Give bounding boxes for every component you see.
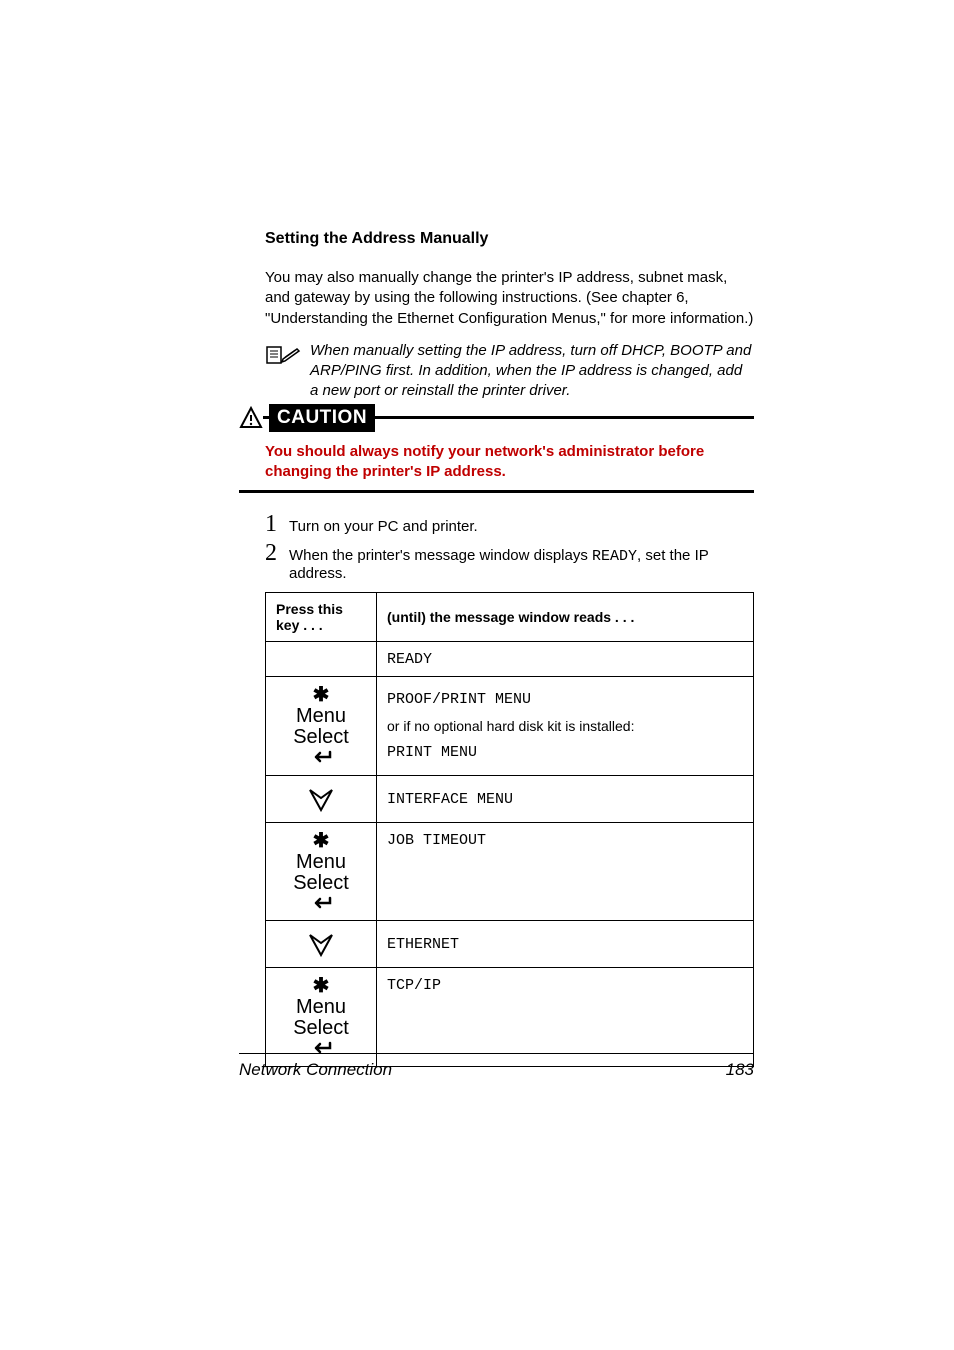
- key-menu-label: Menu: [296, 852, 346, 873]
- intro-paragraph: You may also manually change the printer…: [265, 268, 754, 329]
- star-icon: ✱: [313, 831, 330, 852]
- table-row: READY: [266, 642, 754, 677]
- step-text-part: When the printer's message window displa…: [289, 547, 592, 564]
- caution-header: CAUTION: [239, 416, 754, 432]
- note-text: When manually setting the IP address, tu…: [310, 341, 754, 402]
- step-text: When the printer's message window displa…: [289, 547, 754, 582]
- table-row: ETHERNET: [266, 921, 754, 968]
- message-note: or if no optional hard disk kit is insta…: [387, 718, 743, 734]
- section-heading: Setting the Address Manually: [265, 230, 754, 248]
- message-value: JOB TIMEOUT: [387, 832, 486, 849]
- caution-label: CAUTION: [269, 404, 375, 432]
- table-header-message: (until) the message window reads . . .: [377, 593, 754, 642]
- key-select-label: Select: [293, 873, 349, 894]
- menu-select-key-icon: ✱ Menu Select: [276, 976, 366, 1058]
- message-value: READY: [387, 651, 432, 668]
- warning-triangle-icon: [239, 406, 263, 430]
- step-1: 1 Turn on your PC and printer.: [265, 511, 754, 538]
- message-value: PROOF/PRINT MENU: [387, 691, 743, 708]
- key-select-label: Select: [293, 727, 349, 748]
- step-number: 2: [265, 540, 289, 567]
- step-text: Turn on your PC and printer.: [289, 518, 478, 535]
- note-block: When manually setting the IP address, tu…: [265, 341, 754, 402]
- table-row: ✱ Menu Select JOB TIMEOUT: [266, 822, 754, 921]
- table-row: ✱ Menu Select TCP/IP: [266, 968, 754, 1067]
- footer-title: Network Connection: [239, 1060, 392, 1080]
- message-value: TCP/IP: [387, 977, 441, 994]
- key-menu-label: Menu: [296, 706, 346, 727]
- key-sequence-table: Press this key . . . (until) the message…: [265, 592, 754, 1067]
- menu-select-key-icon: ✱ Menu Select: [276, 685, 366, 767]
- message-value: ETHERNET: [387, 936, 459, 953]
- down-arrow-key-icon: [276, 784, 366, 814]
- page-number: 183: [726, 1060, 754, 1080]
- step-2: 2 When the printer's message window disp…: [265, 540, 754, 582]
- divider: [239, 490, 754, 493]
- message-value: PRINT MENU: [387, 744, 743, 761]
- message-value: INTERFACE MENU: [387, 791, 513, 808]
- enter-arrow-icon: [310, 750, 332, 767]
- page-footer: Network Connection 183: [239, 1053, 754, 1080]
- menu-select-key-icon: ✱ Menu Select: [276, 831, 366, 913]
- step-number: 1: [265, 511, 289, 538]
- down-arrow-key-icon: [276, 929, 366, 959]
- enter-arrow-icon: [310, 896, 332, 913]
- table-row: ✱ Menu Select PROOF/PRINT MENU or if no …: [266, 677, 754, 776]
- caution-text: You should always notify your network's …: [265, 442, 754, 483]
- key-menu-label: Menu: [296, 997, 346, 1018]
- table-header-key: Press this key . . .: [266, 593, 377, 642]
- table-row: INTERFACE MENU: [266, 775, 754, 822]
- star-icon: ✱: [313, 976, 330, 997]
- step-text-mono: READY: [592, 548, 637, 565]
- star-icon: ✱: [313, 685, 330, 706]
- note-icon: [265, 343, 310, 370]
- key-select-label: Select: [293, 1018, 349, 1039]
